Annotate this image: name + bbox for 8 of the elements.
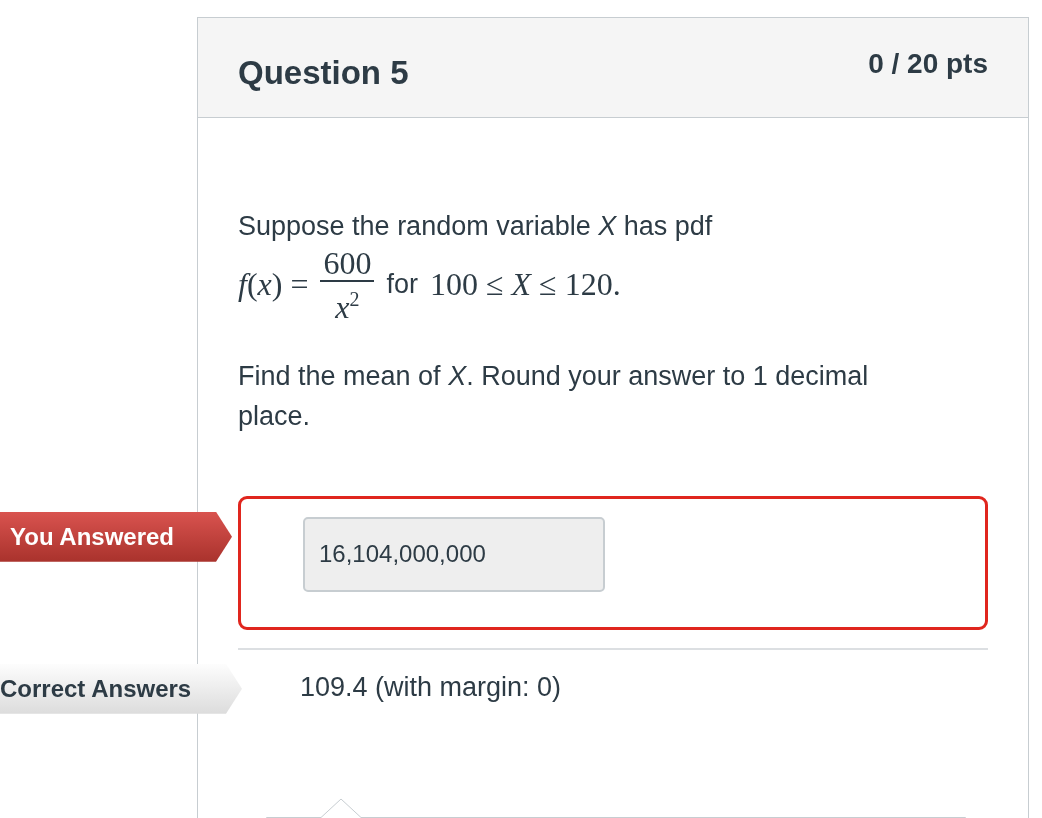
question-title: Question 5 (238, 54, 409, 93)
instruction-text: Find the mean of X. Round your answer to 1 decimal place. (238, 359, 870, 433)
answer-ribbon: You Answered (0, 511, 232, 562)
points-text: 0 / 20 pts (868, 48, 988, 81)
question-text: Suppose the random variable X has pdf (238, 210, 714, 243)
answer-field[interactable]: 16,104,000,000 (303, 516, 605, 592)
answer-ribbon: Correct Answers (0, 663, 242, 714)
correct-answer-text: 109.4 (with margin: 0) (300, 671, 562, 703)
